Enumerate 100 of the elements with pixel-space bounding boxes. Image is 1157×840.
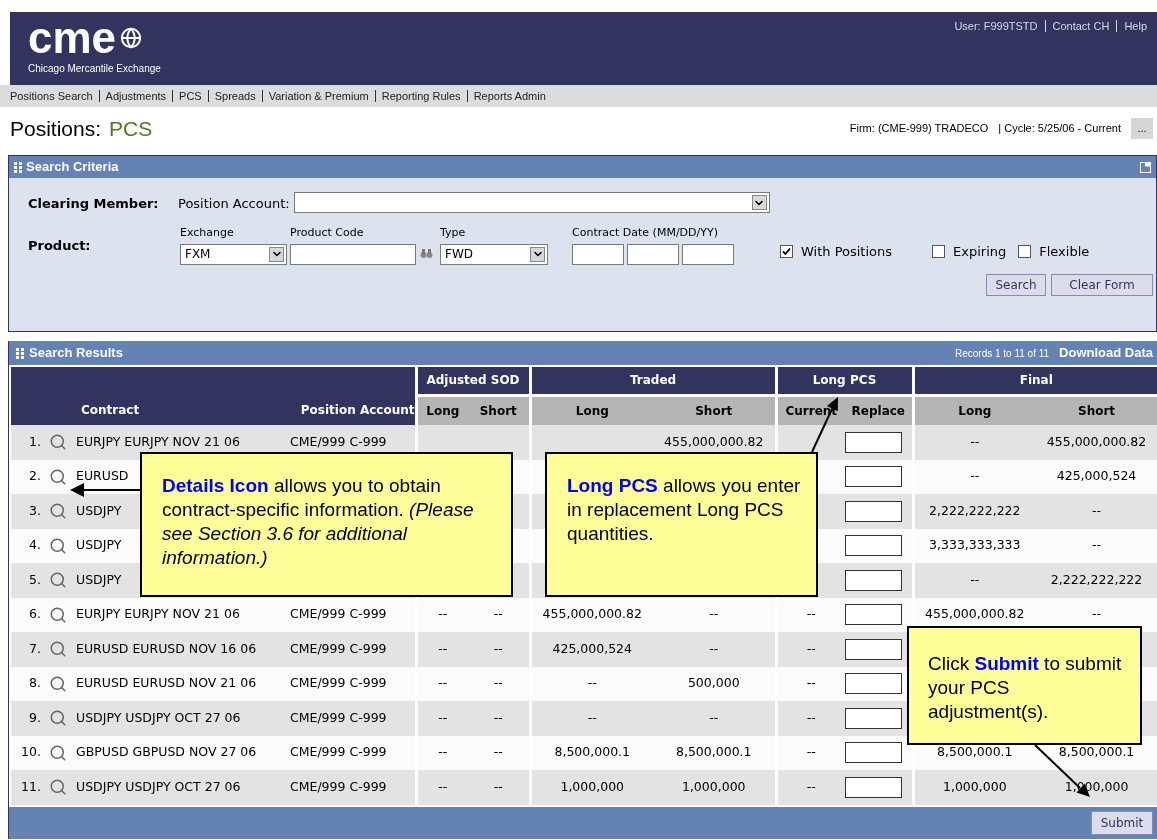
search-icon[interactable] — [49, 502, 67, 521]
records-count: Records 1 to 11 of 11 — [954, 346, 1050, 361]
replace-field[interactable] — [845, 569, 902, 591]
callout: Details Icon allows you to obtain contract-specific information. (Please see Section 3.6 for additional information.) — [140, 452, 513, 597]
replace-field[interactable] — [845, 535, 902, 557]
row-number: 7. — [28, 639, 41, 658]
row-number: 2. — [28, 467, 41, 486]
search-button[interactable]: Search — [986, 273, 1046, 296]
nav-link[interactable]: Adjustments — [98, 90, 167, 102]
table-cell: CME/999 C-999 — [290, 778, 387, 794]
table-cell: 8,500,000.1 — [676, 744, 752, 760]
replace-field[interactable] — [845, 776, 902, 798]
table-cell: 455,000,000.82 — [1046, 433, 1147, 449]
contract-name: EURJPY EURJPY NOV 21 06 — [76, 605, 240, 624]
position-account-select[interactable] — [293, 192, 770, 213]
product-code-field[interactable] — [290, 243, 416, 265]
search-icon[interactable] — [49, 709, 67, 728]
header-link[interactable]: User: F999TSTD — [954, 20, 1038, 32]
search-icon[interactable] — [49, 571, 67, 590]
table-cell: -- — [438, 606, 448, 622]
submit-button[interactable]: Submit — [1091, 810, 1153, 835]
checkbox-label: Flexible — [1039, 243, 1090, 261]
nav-link[interactable]: Variation & Premium — [261, 90, 369, 102]
row-number: 1. — [28, 432, 41, 451]
contract-name: EURUSD EURUSD NOV 21 06 — [76, 674, 257, 693]
table-cell: 8,500,000.1 — [937, 744, 1013, 760]
table-cell: CME/999 C-999 — [290, 709, 387, 725]
table-cell: -- — [806, 640, 816, 656]
nav-link[interactable]: Reports Admin — [466, 90, 546, 102]
date-field[interactable] — [682, 243, 734, 265]
contract-name: EURUSD — [76, 467, 129, 486]
header-link[interactable]: Contact CH — [1044, 20, 1110, 32]
table-cell: -- — [493, 778, 503, 794]
row-number: 8. — [28, 674, 41, 693]
binoculars-icon[interactable] — [420, 247, 433, 259]
search-icon[interactable] — [49, 640, 67, 659]
field-label: Product: — [28, 237, 92, 255]
exchange-select[interactable]: FXM — [180, 243, 287, 265]
date-field[interactable] — [572, 243, 624, 265]
table-cell: -- — [438, 640, 448, 656]
date-field[interactable] — [627, 243, 679, 265]
search-icon[interactable] — [49, 467, 67, 486]
table-cell: -- — [709, 709, 719, 725]
table-cell: CME/999 C-999 — [290, 675, 387, 691]
table-cell: -- — [970, 433, 980, 449]
table-cell: -- — [1092, 606, 1102, 622]
header-link[interactable]: Help — [1116, 20, 1147, 32]
checkbox[interactable] — [780, 245, 793, 259]
nav-link[interactable]: Reporting Rules — [374, 90, 461, 102]
column-header: Long — [416, 395, 468, 425]
replace-field[interactable] — [845, 742, 902, 764]
table-cell: CME/999 C-999 — [290, 606, 387, 622]
more-button[interactable]: ... — [1131, 118, 1153, 139]
cycle-label: | Cycle: 5/25/06 - Current — [998, 121, 1121, 137]
replace-field[interactable] — [845, 638, 902, 660]
replace-field[interactable] — [845, 431, 902, 453]
row-number: 10. — [20, 743, 41, 762]
replace-field[interactable] — [845, 500, 902, 522]
column-group-header: Traded — [530, 367, 776, 395]
page-section: PCS — [109, 112, 153, 145]
replace-field[interactable] — [845, 604, 902, 626]
replace-field[interactable] — [845, 707, 902, 729]
nav-link[interactable]: Spreads — [207, 90, 256, 102]
search-icon[interactable] — [49, 743, 67, 762]
replace-field[interactable] — [845, 466, 902, 488]
contract-name: USDJPY USDJPY OCT 27 06 — [76, 708, 241, 727]
column-group-header: Long PCS — [776, 367, 914, 395]
table-cell: 3,333,333,333 — [929, 537, 1021, 553]
column-header: Contract — [11, 367, 286, 425]
nav-link[interactable]: Positions Search — [10, 90, 93, 102]
logo-text: cme — [28, 18, 117, 58]
download-data-link[interactable]: Download Data — [1059, 343, 1153, 363]
contract-name: USDJPY — [76, 570, 122, 589]
table-cell: CME/999 C-999 — [290, 744, 387, 760]
replace-field[interactable] — [845, 673, 902, 695]
grip-icon — [16, 347, 24, 359]
search-icon[interactable] — [49, 605, 67, 624]
row-number: 4. — [28, 536, 41, 555]
table-cell: CME/999 C-999 — [290, 640, 387, 656]
search-icon[interactable] — [49, 536, 67, 555]
table-cell: 2,222,222,222 — [929, 502, 1021, 518]
row-number: 11. — [20, 777, 41, 796]
table-cell: -- — [806, 744, 816, 760]
table-cell: -- — [806, 606, 816, 622]
search-icon[interactable] — [49, 778, 67, 797]
column-group-header: Adjusted SOD — [416, 367, 530, 395]
table-cell: -- — [1092, 537, 1102, 553]
clear-form-button[interactable]: Clear Form — [1051, 273, 1153, 296]
row-number: 9. — [28, 708, 41, 727]
search-icon[interactable] — [49, 433, 67, 452]
checkbox[interactable] — [1018, 245, 1032, 259]
search-icon[interactable] — [49, 674, 67, 693]
type-select[interactable]: FWD — [440, 243, 548, 265]
window-icon[interactable] — [1140, 161, 1151, 173]
checkbox[interactable] — [932, 245, 946, 259]
nav-link[interactable]: PCS — [172, 90, 202, 102]
globe-icon — [120, 27, 143, 49]
table-cell: 8,500,000.1 — [554, 744, 630, 760]
contract-name: GBPUSD GBPUSD NOV 27 06 — [76, 743, 257, 762]
column-group-header: Final — [913, 367, 1157, 395]
